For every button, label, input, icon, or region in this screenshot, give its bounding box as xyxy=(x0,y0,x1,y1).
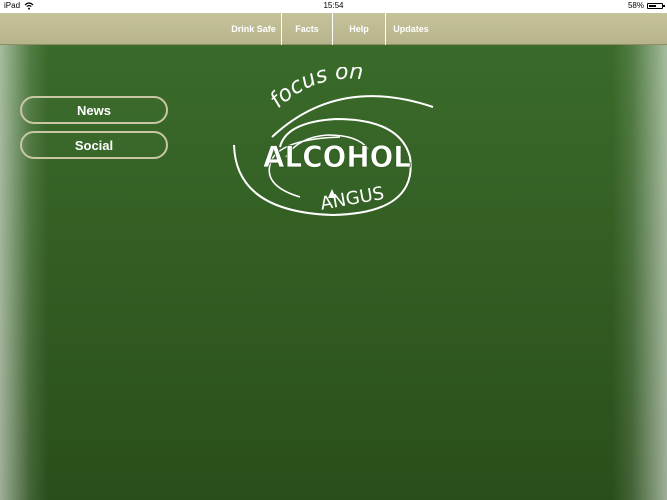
nav-item-drink-safe[interactable]: Drink Safe xyxy=(226,13,282,45)
status-bar: iPad 15:54 58% xyxy=(0,0,667,13)
nav-items: Drink Safe Facts Help Updates xyxy=(226,13,436,45)
battery-icon xyxy=(647,2,665,9)
focus-on-alcohol-angus-logo: focus on ALCOHOL ANGUS xyxy=(233,67,434,217)
battery-level xyxy=(649,4,656,7)
logo-alcohol: ALCOHOL xyxy=(263,140,411,174)
status-time: 15:54 xyxy=(323,1,344,10)
logo-focus-on: focus on xyxy=(265,67,364,113)
logo-swoosh-top xyxy=(271,95,434,138)
social-button[interactable]: Social xyxy=(20,131,168,159)
main-content: News Social focus on ALCOHOL ANGUS xyxy=(0,45,667,500)
battery-percent: 58% xyxy=(627,1,644,10)
nav-item-facts[interactable]: Facts xyxy=(282,13,333,45)
nav-item-updates[interactable]: Updates xyxy=(386,13,436,45)
nav-item-help[interactable]: Help xyxy=(333,13,386,45)
status-right: 58% xyxy=(627,1,665,10)
top-navigation-bar: Drink Safe Facts Help Updates xyxy=(0,13,667,45)
news-button[interactable]: News xyxy=(20,96,168,124)
